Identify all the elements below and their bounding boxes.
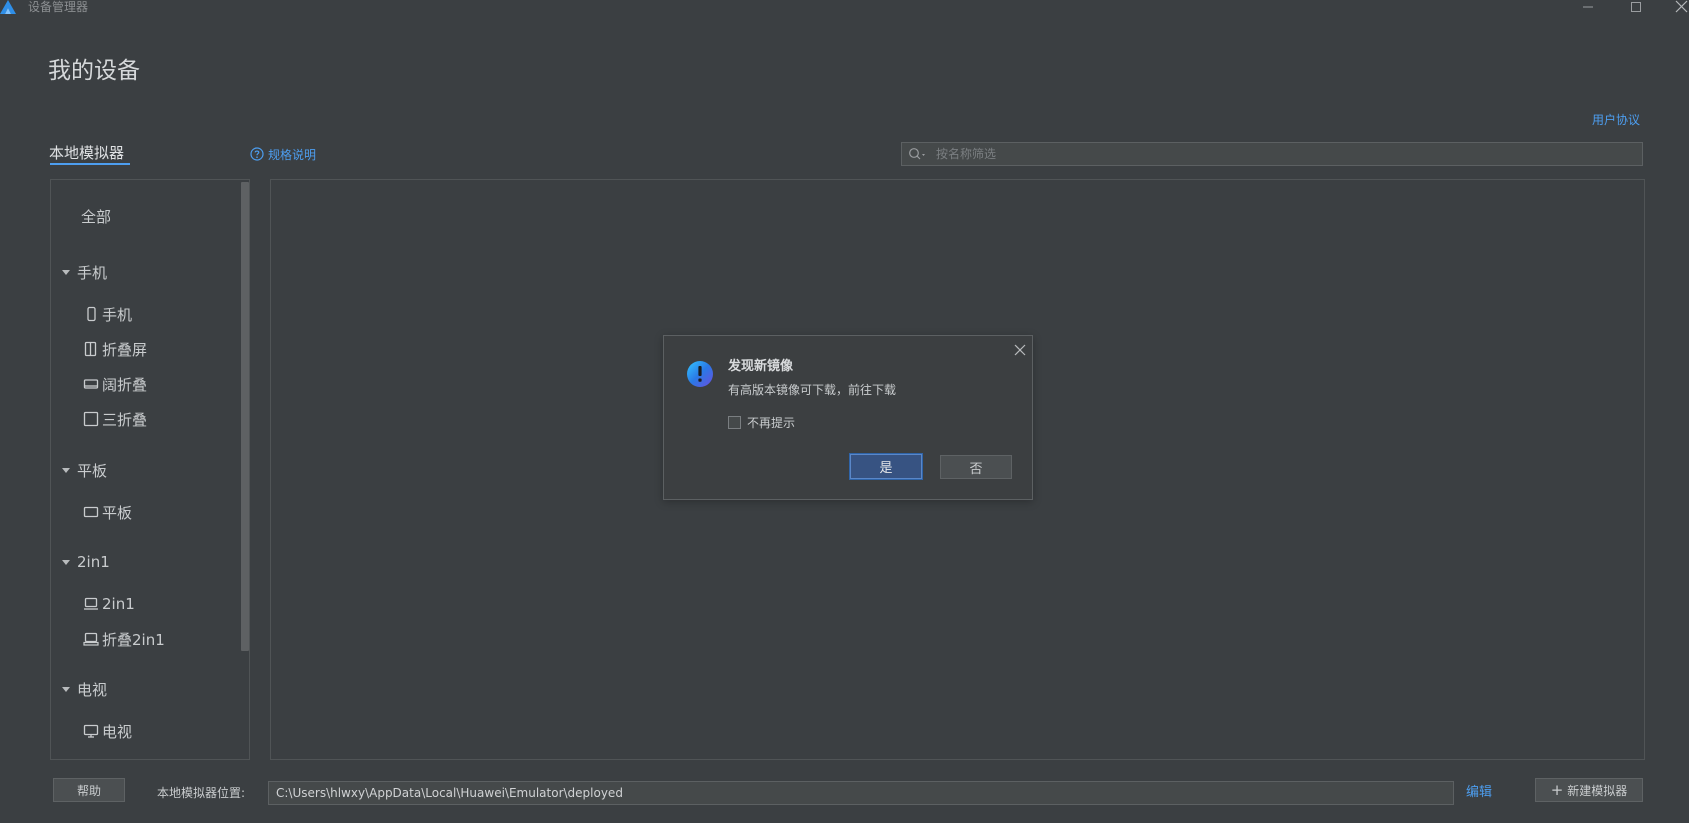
page-title: 我的设备 — [48, 58, 140, 84]
tri-fold-icon — [83, 411, 99, 427]
spec-link[interactable]: 规格说明 — [250, 146, 316, 162]
sidebar-scrollbar[interactable] — [241, 182, 249, 651]
new-image-dialog: 发现新镜像 有高版本镜像可下载，前往下载 不再提示 是 否 — [663, 335, 1033, 500]
dialog-message: 有高版本镜像可下载，前往下载 — [728, 383, 897, 397]
sidebar-item-label: 2in1 — [102, 595, 135, 613]
wide-fold-icon — [83, 379, 99, 389]
harmony-logo-icon — [0, 0, 16, 14]
help-circle-icon — [250, 147, 264, 161]
foldable-icon — [84, 341, 97, 357]
tv-icon — [83, 724, 99, 738]
dont-show-again-checkbox[interactable] — [728, 416, 741, 429]
sidebar-item-label: 电视 — [102, 722, 133, 741]
tablet-icon — [83, 506, 99, 518]
phone-icon — [87, 306, 96, 322]
help-button[interactable]: 帮助 — [53, 778, 125, 802]
sidebar-item-wide-fold[interactable]: 阔折叠 — [83, 373, 147, 395]
fold-laptop-icon — [83, 632, 99, 646]
sidebar-item-2in1[interactable]: 2in1 — [83, 593, 135, 615]
new-emulator-button[interactable]: + 新建模拟器 — [1535, 778, 1643, 802]
sidebar-group-2in1[interactable]: 2in1 — [61, 551, 110, 573]
emulator-location-label: 本地模拟器位置: — [157, 786, 246, 800]
info-icon — [687, 361, 713, 387]
close-icon[interactable] — [1673, 0, 1689, 16]
emulator-location-field[interactable] — [268, 781, 1454, 805]
maximize-icon[interactable] — [1628, 0, 1644, 16]
tab-local-emulator[interactable]: 本地模拟器 — [49, 143, 124, 163]
plus-icon: + — [1550, 780, 1564, 799]
new-emulator-label: 新建模拟器 — [1567, 783, 1628, 798]
search-icon — [909, 148, 925, 160]
sidebar-group-label: 2in1 — [77, 553, 110, 571]
sidebar-item-fold-2in1[interactable]: 折叠2in1 — [83, 628, 165, 650]
sidebar-item-tri-fold[interactable]: 三折叠 — [83, 408, 147, 430]
minimize-icon[interactable] — [1580, 0, 1596, 16]
sidebar-item-label: 折叠2in1 — [102, 630, 165, 649]
sidebar-group-label: 电视 — [77, 680, 108, 699]
dialog-yes-button[interactable]: 是 — [850, 454, 922, 479]
device-category-sidebar: 全部 手机 手机 折叠屏 阔折叠 三折叠 平板 平板 2in1 2in1 折叠2… — [50, 179, 250, 760]
sidebar-item-label: 阔折叠 — [102, 375, 148, 394]
sidebar-item-label: 全部 — [81, 207, 112, 226]
sidebar-item-label: 折叠屏 — [102, 340, 148, 359]
tab-active-indicator — [50, 163, 130, 165]
search-input[interactable] — [926, 144, 1642, 164]
sidebar-group-tablet[interactable]: 平板 — [61, 459, 107, 481]
sidebar-item-tablet[interactable]: 平板 — [83, 501, 132, 523]
sidebar-group-phone[interactable]: 手机 — [61, 261, 107, 283]
edit-location-link[interactable]: 编辑 — [1466, 785, 1492, 801]
sidebar-item-foldable[interactable]: 折叠屏 — [83, 338, 147, 360]
window-title: 设备管理器 — [28, 0, 89, 14]
caret-down-icon — [62, 560, 70, 565]
user-agreement-link[interactable]: 用户协议 — [1592, 112, 1640, 128]
caret-down-icon — [62, 687, 70, 692]
dialog-close-icon[interactable] — [1014, 344, 1026, 356]
sidebar-group-label: 平板 — [77, 461, 108, 480]
sidebar-item-phone[interactable]: 手机 — [83, 303, 132, 325]
dont-show-again[interactable]: 不再提示 — [728, 414, 795, 431]
device-manager-window: 设备管理器 我的设备 用户协议 本地模拟器 规格说明 按名称筛选 全部 手机 手… — [0, 0, 1689, 823]
dialog-no-button[interactable]: 否 — [940, 455, 1012, 479]
sidebar-item-label: 三折叠 — [102, 410, 148, 429]
dialog-title: 发现新镜像 — [728, 359, 794, 374]
sidebar-item-tv[interactable]: 电视 — [83, 720, 132, 742]
sidebar-item-label: 平板 — [102, 503, 133, 522]
caret-down-icon — [62, 270, 70, 275]
sidebar-item-label: 手机 — [102, 305, 133, 324]
sidebar-group-tv[interactable]: 电视 — [61, 678, 107, 700]
sidebar-group-label: 手机 — [77, 263, 108, 282]
spec-link-label: 规格说明 — [268, 147, 317, 162]
dont-show-again-label: 不再提示 — [747, 416, 796, 430]
laptop-icon — [84, 597, 98, 610]
title-bar: 设备管理器 — [0, 0, 1689, 16]
search-box[interactable] — [901, 142, 1643, 166]
sidebar-item-all[interactable]: 全部 — [81, 205, 111, 227]
caret-down-icon — [62, 468, 70, 473]
